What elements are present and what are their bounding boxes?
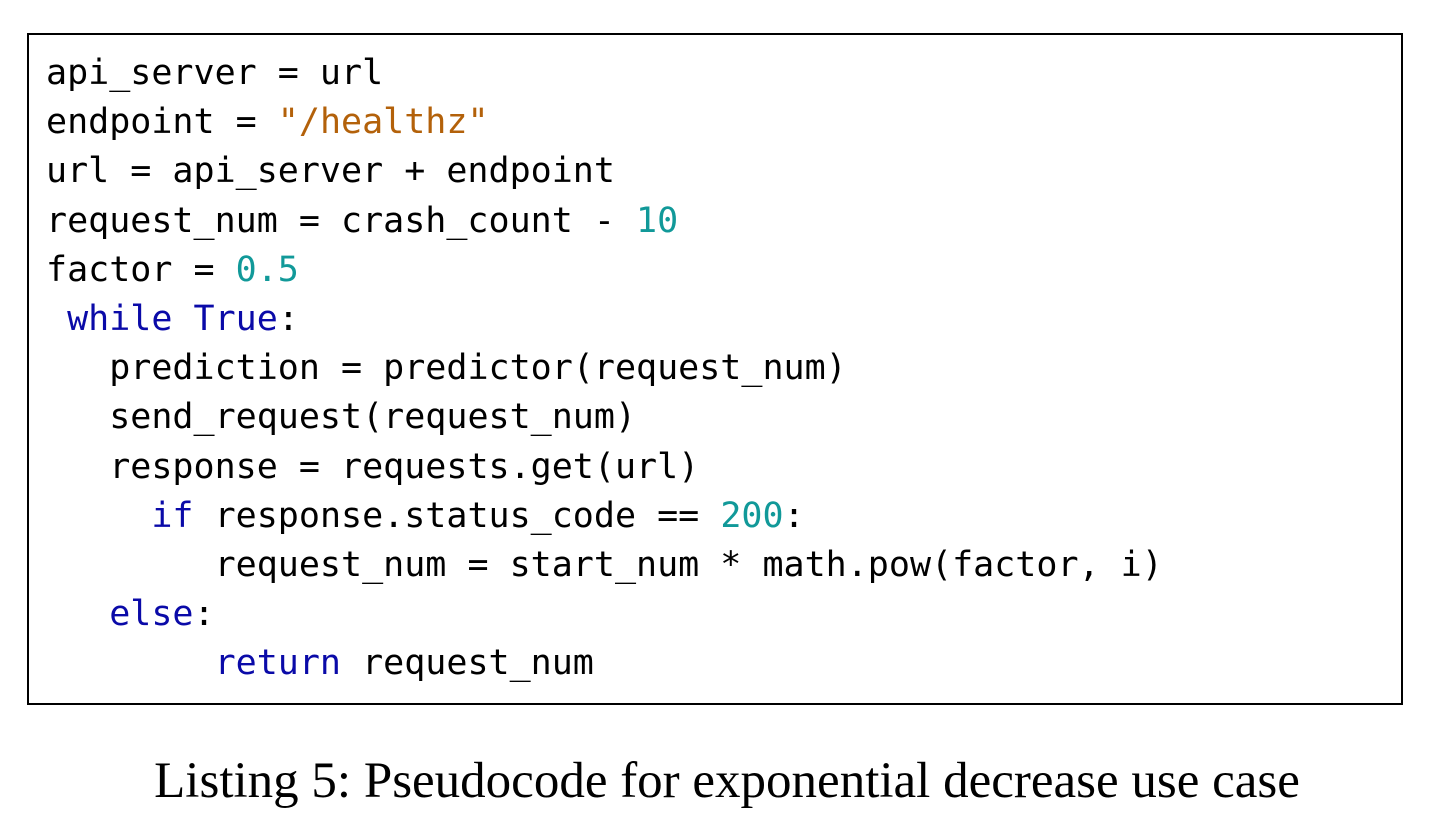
code-line: endpoint = "/healthz" [46, 98, 489, 147]
code-text: request_num = crash_count - [46, 200, 637, 241]
code-number: 0.5 [235, 249, 299, 290]
code-line: api_server = url [46, 49, 383, 98]
code-text: : [783, 495, 805, 536]
code-text: prediction = predictor(request_num) [109, 348, 847, 389]
code-keyword: else [109, 594, 194, 635]
code-line: request_num = start_num * math.pow(facto… [46, 541, 1163, 590]
code-line: prediction = predictor(request_num) [46, 344, 847, 393]
code-text: : [193, 594, 215, 635]
code-line: send_request(request_num) [46, 393, 636, 442]
code-line: while True: [46, 295, 299, 344]
code-text: factor = [46, 249, 236, 290]
code-keyword: if [151, 495, 194, 536]
code-line: if response.status_code == 200: [46, 492, 805, 541]
code-text: request_num [341, 643, 594, 684]
code-line: return request_num [46, 639, 594, 688]
code-line: response = requests.get(url) [46, 443, 699, 492]
code-number: 10 [636, 200, 679, 241]
code-keyword: while [67, 299, 173, 339]
code-number: 200 [720, 495, 784, 536]
code-text: send_request(request_num) [109, 397, 637, 438]
code-line: else: [46, 590, 215, 639]
code-line: request_num = crash_count - 10 [46, 197, 678, 246]
code-string: "/healthz" [277, 102, 489, 143]
code-listing-box: api_server = url endpoint = "/healthz" url… [27, 33, 1403, 705]
code-text: response = requests.get(url) [109, 446, 700, 487]
code-text: response.status_code == [193, 495, 721, 536]
code-text: request_num = start_num * math.pow(facto… [214, 545, 1163, 585]
code-text: endpoint = [46, 102, 278, 143]
code-text: : [277, 299, 299, 339]
code-text: url = api_server + endpoint [46, 151, 615, 192]
listing-caption: Listing 5: Pseudocode for exponential de… [154, 753, 1300, 809]
code-keyword: True [193, 299, 278, 339]
code-line: factor = 0.5 [46, 246, 299, 295]
code-text: api_server = url [46, 53, 384, 93]
code-line: url = api_server + endpoint [46, 147, 615, 196]
code-keyword: return [214, 643, 342, 684]
